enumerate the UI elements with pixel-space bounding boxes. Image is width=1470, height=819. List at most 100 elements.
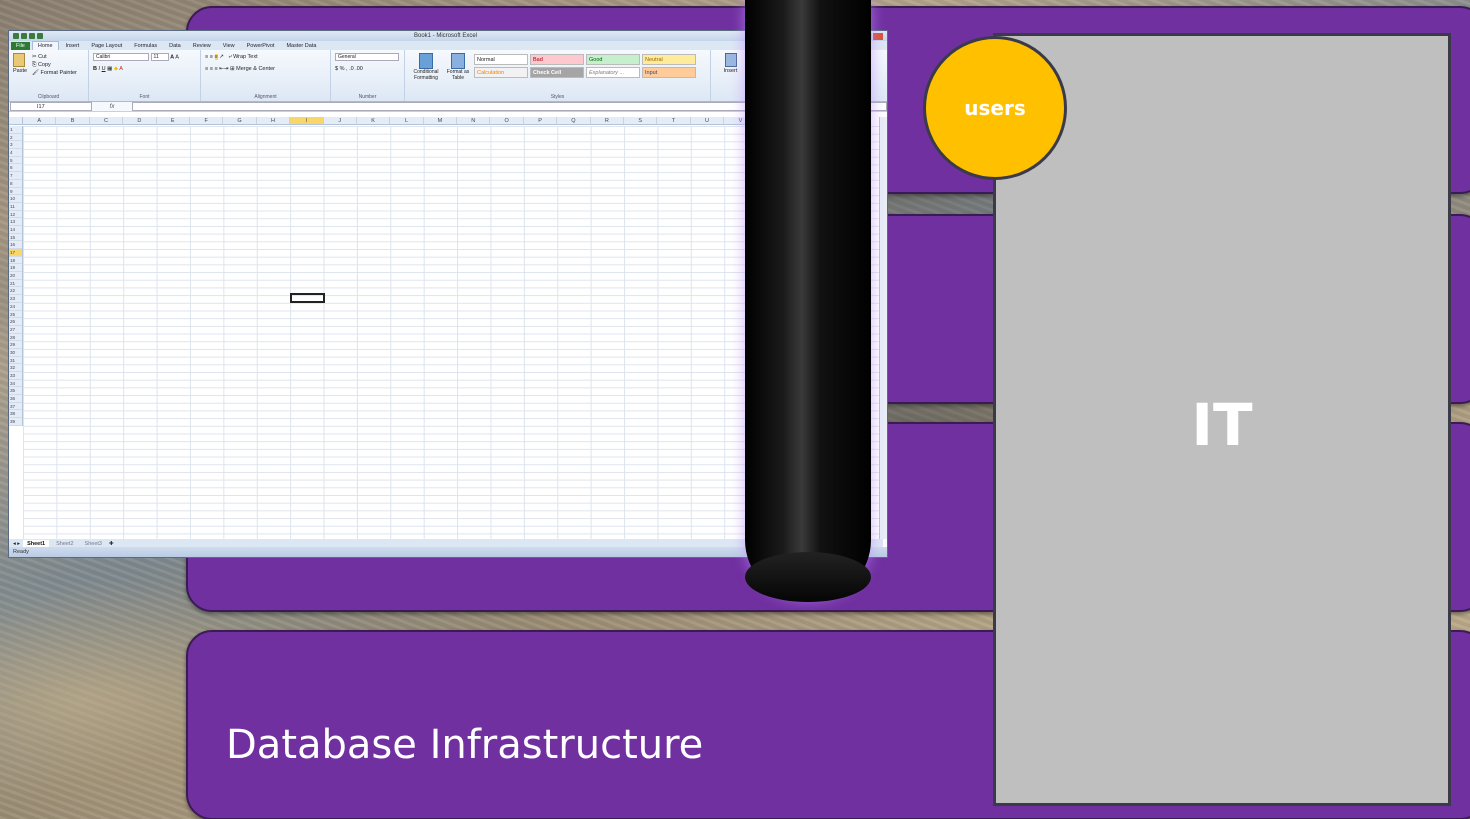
borders-icon[interactable]: ▦ <box>107 66 112 72</box>
fill-color-icon[interactable]: ◆ <box>114 66 118 72</box>
tab-view[interactable]: View <box>218 42 240 50</box>
column-header[interactable]: J <box>324 117 357 124</box>
underline-icon[interactable]: U <box>102 66 106 72</box>
align-top-icon[interactable]: ≡ <box>205 54 208 60</box>
new-sheet-icon[interactable]: ✚ <box>109 541 114 547</box>
row-header[interactable]: 19 <box>9 264 22 273</box>
row-header[interactable]: 38 <box>9 410 22 419</box>
row-header[interactable]: 33 <box>9 372 22 380</box>
row-header[interactable]: 30 <box>9 349 22 357</box>
row-header[interactable]: 1 <box>9 126 22 134</box>
sheet-nav-icon[interactable]: ◂ ▸ <box>13 541 20 547</box>
column-header[interactable]: F <box>190 117 224 124</box>
bold-icon[interactable]: B <box>93 66 97 72</box>
column-header[interactable]: N <box>457 117 491 124</box>
row-header[interactable]: 34 <box>9 380 22 388</box>
row-header[interactable]: 18 <box>9 257 22 265</box>
align-middle-icon[interactable]: ≡ <box>210 54 213 60</box>
align-bottom-icon[interactable]: ≡ <box>214 54 218 60</box>
row-header[interactable]: 13 <box>9 218 22 226</box>
tab-powerpivot[interactable]: PowerPivot <box>242 42 280 50</box>
style-check-cell[interactable]: Check Cell <box>530 67 584 78</box>
column-header[interactable]: A <box>23 117 57 124</box>
column-header[interactable]: E <box>157 117 190 124</box>
currency-icon[interactable]: $ <box>335 66 338 72</box>
column-header[interactable]: D <box>123 117 157 124</box>
row-header[interactable]: 14 <box>9 226 22 234</box>
orientation-icon[interactable]: ↗ <box>219 54 224 60</box>
tab-review[interactable]: Review <box>188 42 216 50</box>
conditional-formatting-button[interactable]: Conditional Formatting <box>409 53 443 98</box>
row-header[interactable]: 21 <box>9 280 22 288</box>
align-right-icon[interactable]: ≡ <box>215 66 218 72</box>
style-bad[interactable]: Bad <box>530 54 584 65</box>
row-header[interactable]: 12 <box>9 211 22 219</box>
tab-master-data[interactable]: Master Data <box>281 42 321 50</box>
row-header[interactable]: 17 <box>9 249 22 257</box>
style-explanatory[interactable]: Explanatory ... <box>586 67 640 78</box>
row-header[interactable]: 3 <box>9 141 22 150</box>
row-header[interactable]: 10 <box>9 195 22 203</box>
column-header[interactable]: Q <box>557 117 591 124</box>
percent-icon[interactable]: % <box>340 66 345 72</box>
row-header[interactable]: 25 <box>9 311 22 319</box>
fx-icon[interactable]: fx <box>92 104 132 110</box>
row-header[interactable]: 23 <box>9 295 22 303</box>
column-header[interactable]: K <box>357 117 391 124</box>
row-header[interactable]: 26 <box>9 318 22 326</box>
tab-home[interactable]: Home <box>31 41 59 50</box>
row-header[interactable]: 8 <box>9 180 22 188</box>
column-header[interactable]: P <box>524 117 558 124</box>
row-header[interactable]: 16 <box>9 241 22 249</box>
tab-insert[interactable]: Insert <box>61 42 85 50</box>
font-color-icon[interactable]: A <box>119 66 123 72</box>
column-header[interactable]: I <box>290 117 324 124</box>
insert-cells-button[interactable]: Insert <box>715 53 746 75</box>
shrink-font-icon[interactable]: A <box>175 54 179 60</box>
row-header[interactable]: 35 <box>9 387 22 396</box>
row-header[interactable]: 32 <box>9 364 22 372</box>
number-format-select[interactable]: General <box>335 53 399 61</box>
decimal-icon[interactable]: .0 .00 <box>349 66 363 72</box>
style-normal[interactable]: Normal <box>474 54 528 65</box>
font-name-select[interactable]: Calibri <box>93 53 149 61</box>
format-painter-button[interactable]: 🖌 Format Painter <box>32 69 77 77</box>
row-header[interactable]: 2 <box>9 134 22 142</box>
row-header[interactable]: 24 <box>9 303 22 311</box>
quick-access-toolbar[interactable] <box>13 33 43 39</box>
style-input[interactable]: Input <box>642 67 696 78</box>
indent-icon[interactable]: ⇤⇥ <box>219 66 228 72</box>
tab-formulas[interactable]: Formulas <box>129 42 162 50</box>
column-header[interactable]: S <box>624 117 658 124</box>
row-header[interactable]: 22 <box>9 287 22 296</box>
format-as-table-button[interactable]: Format as Table <box>443 53 473 98</box>
copy-button[interactable]: ⎘ Copy <box>32 61 77 69</box>
tab-file[interactable]: File <box>11 42 30 50</box>
active-cell-i17[interactable] <box>290 293 325 303</box>
tab-page-layout[interactable]: Page Layout <box>86 42 127 50</box>
tab-data[interactable]: Data <box>164 42 186 50</box>
style-good[interactable]: Good <box>586 54 640 65</box>
row-header[interactable]: 7 <box>9 172 22 180</box>
grow-font-icon[interactable]: A <box>170 54 174 60</box>
italic-icon[interactable]: I <box>99 66 101 72</box>
row-header[interactable]: 4 <box>9 149 22 157</box>
column-header[interactable]: M <box>424 117 458 124</box>
select-all-corner[interactable] <box>9 117 23 124</box>
column-header[interactable]: C <box>90 117 124 124</box>
row-header[interactable]: 37 <box>9 403 22 411</box>
column-header[interactable]: L <box>390 117 424 124</box>
wrap-text-button[interactable]: ⤶ Wrap Text <box>228 54 257 60</box>
align-center-icon[interactable]: ≡ <box>210 66 213 72</box>
column-header[interactable]: B <box>56 117 90 124</box>
column-header[interactable]: G <box>223 117 257 124</box>
paste-button[interactable]: Paste <box>13 53 29 77</box>
column-header[interactable]: T <box>657 117 691 124</box>
column-header[interactable]: O <box>490 117 524 124</box>
column-header[interactable]: U <box>691 117 725 124</box>
font-size-select[interactable]: 11 <box>150 53 169 61</box>
row-header[interactable]: 11 <box>9 203 22 211</box>
row-header[interactable]: 36 <box>9 395 22 403</box>
row-header[interactable]: 31 <box>9 357 22 365</box>
vertical-scrollbar[interactable] <box>879 117 887 539</box>
